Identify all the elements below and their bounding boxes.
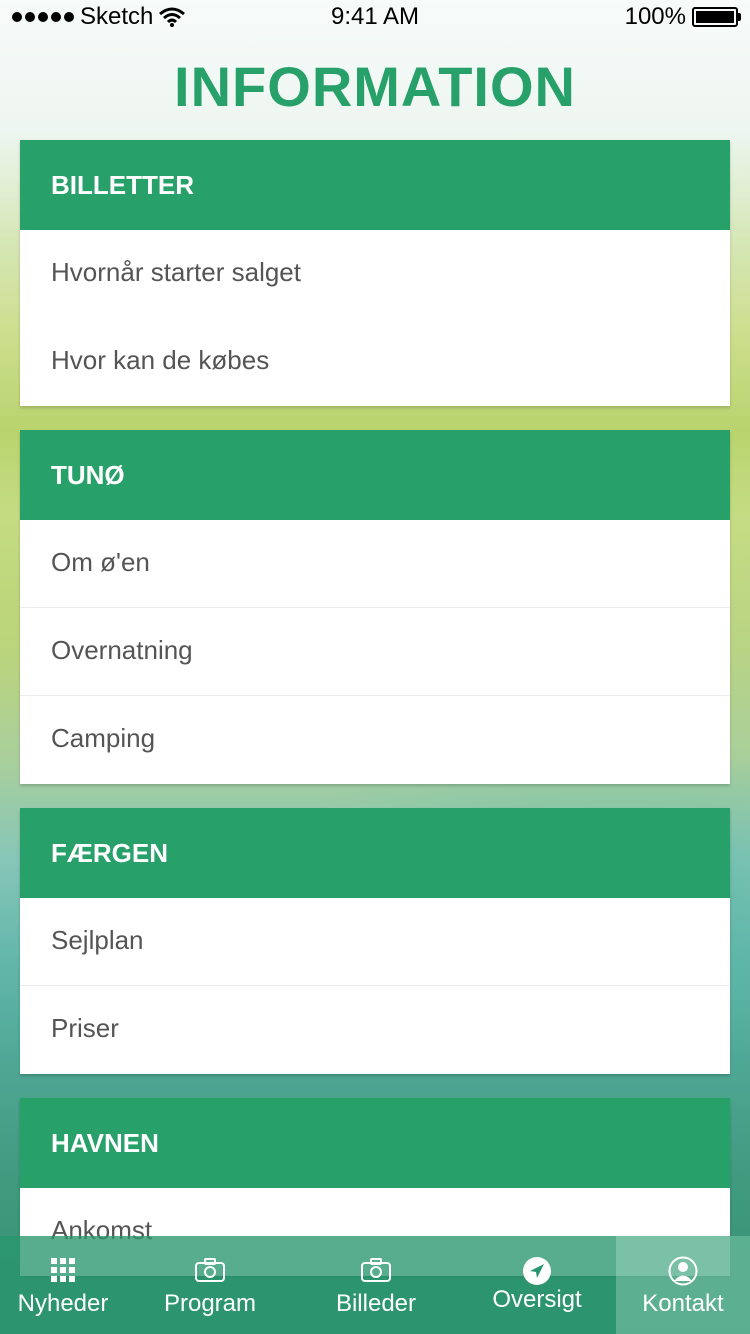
tab-label: Nyheder [17,1290,109,1317]
section-billetter: BILLETTER Hvornår starter salget Hvor ka… [20,140,730,406]
page-title: INFORMATION [174,55,576,118]
section-header: FÆRGEN [20,808,730,898]
list-item[interactable]: Overnatning [20,608,730,696]
tab-label: Oversigt [492,1286,582,1313]
tab-nyheder[interactable]: Nyheder [0,1236,126,1334]
status-bar: Sketch 9:41 AM 100% [0,0,750,34]
battery-percentage: 100% [624,3,686,30]
section-header: TUNØ [20,430,730,520]
tab-program[interactable]: Program [126,1236,294,1334]
list-item[interactable]: Hvornår starter salget [20,230,730,318]
section-tuno: TUNØ Om ø'en Overnatning Camping [20,430,730,784]
list-item[interactable]: Hvor kan de købes [20,318,730,406]
tab-oversigt[interactable]: Oversigt [458,1236,616,1334]
tab-kontakt[interactable]: Kontakt [616,1236,750,1334]
camera-icon [195,1258,225,1282]
tab-label: Kontakt [642,1290,724,1317]
section-header: BILLETTER [20,140,730,230]
tab-label: Program [163,1290,257,1317]
grid-icon [51,1258,75,1282]
tab-billeder[interactable]: Billeder [294,1236,458,1334]
section-header: HAVNEN [20,1098,730,1188]
tab-bar: Nyheder Program Billeder Oversigt Kontak… [0,1236,750,1334]
list-item[interactable]: Sejlplan [20,898,730,986]
list-item[interactable]: Om ø'en [20,520,730,608]
battery-icon [692,7,741,27]
location-arrow-icon [523,1257,551,1285]
section-faergen: FÆRGEN Sejlplan Priser [20,808,730,1074]
list-item[interactable]: Priser [20,986,730,1074]
list-item[interactable]: Camping [20,696,730,784]
camera-icon [361,1258,391,1282]
tab-label: Billeder [335,1290,417,1317]
user-circle-icon [668,1256,698,1286]
status-bar-right: 100% [624,3,741,31]
